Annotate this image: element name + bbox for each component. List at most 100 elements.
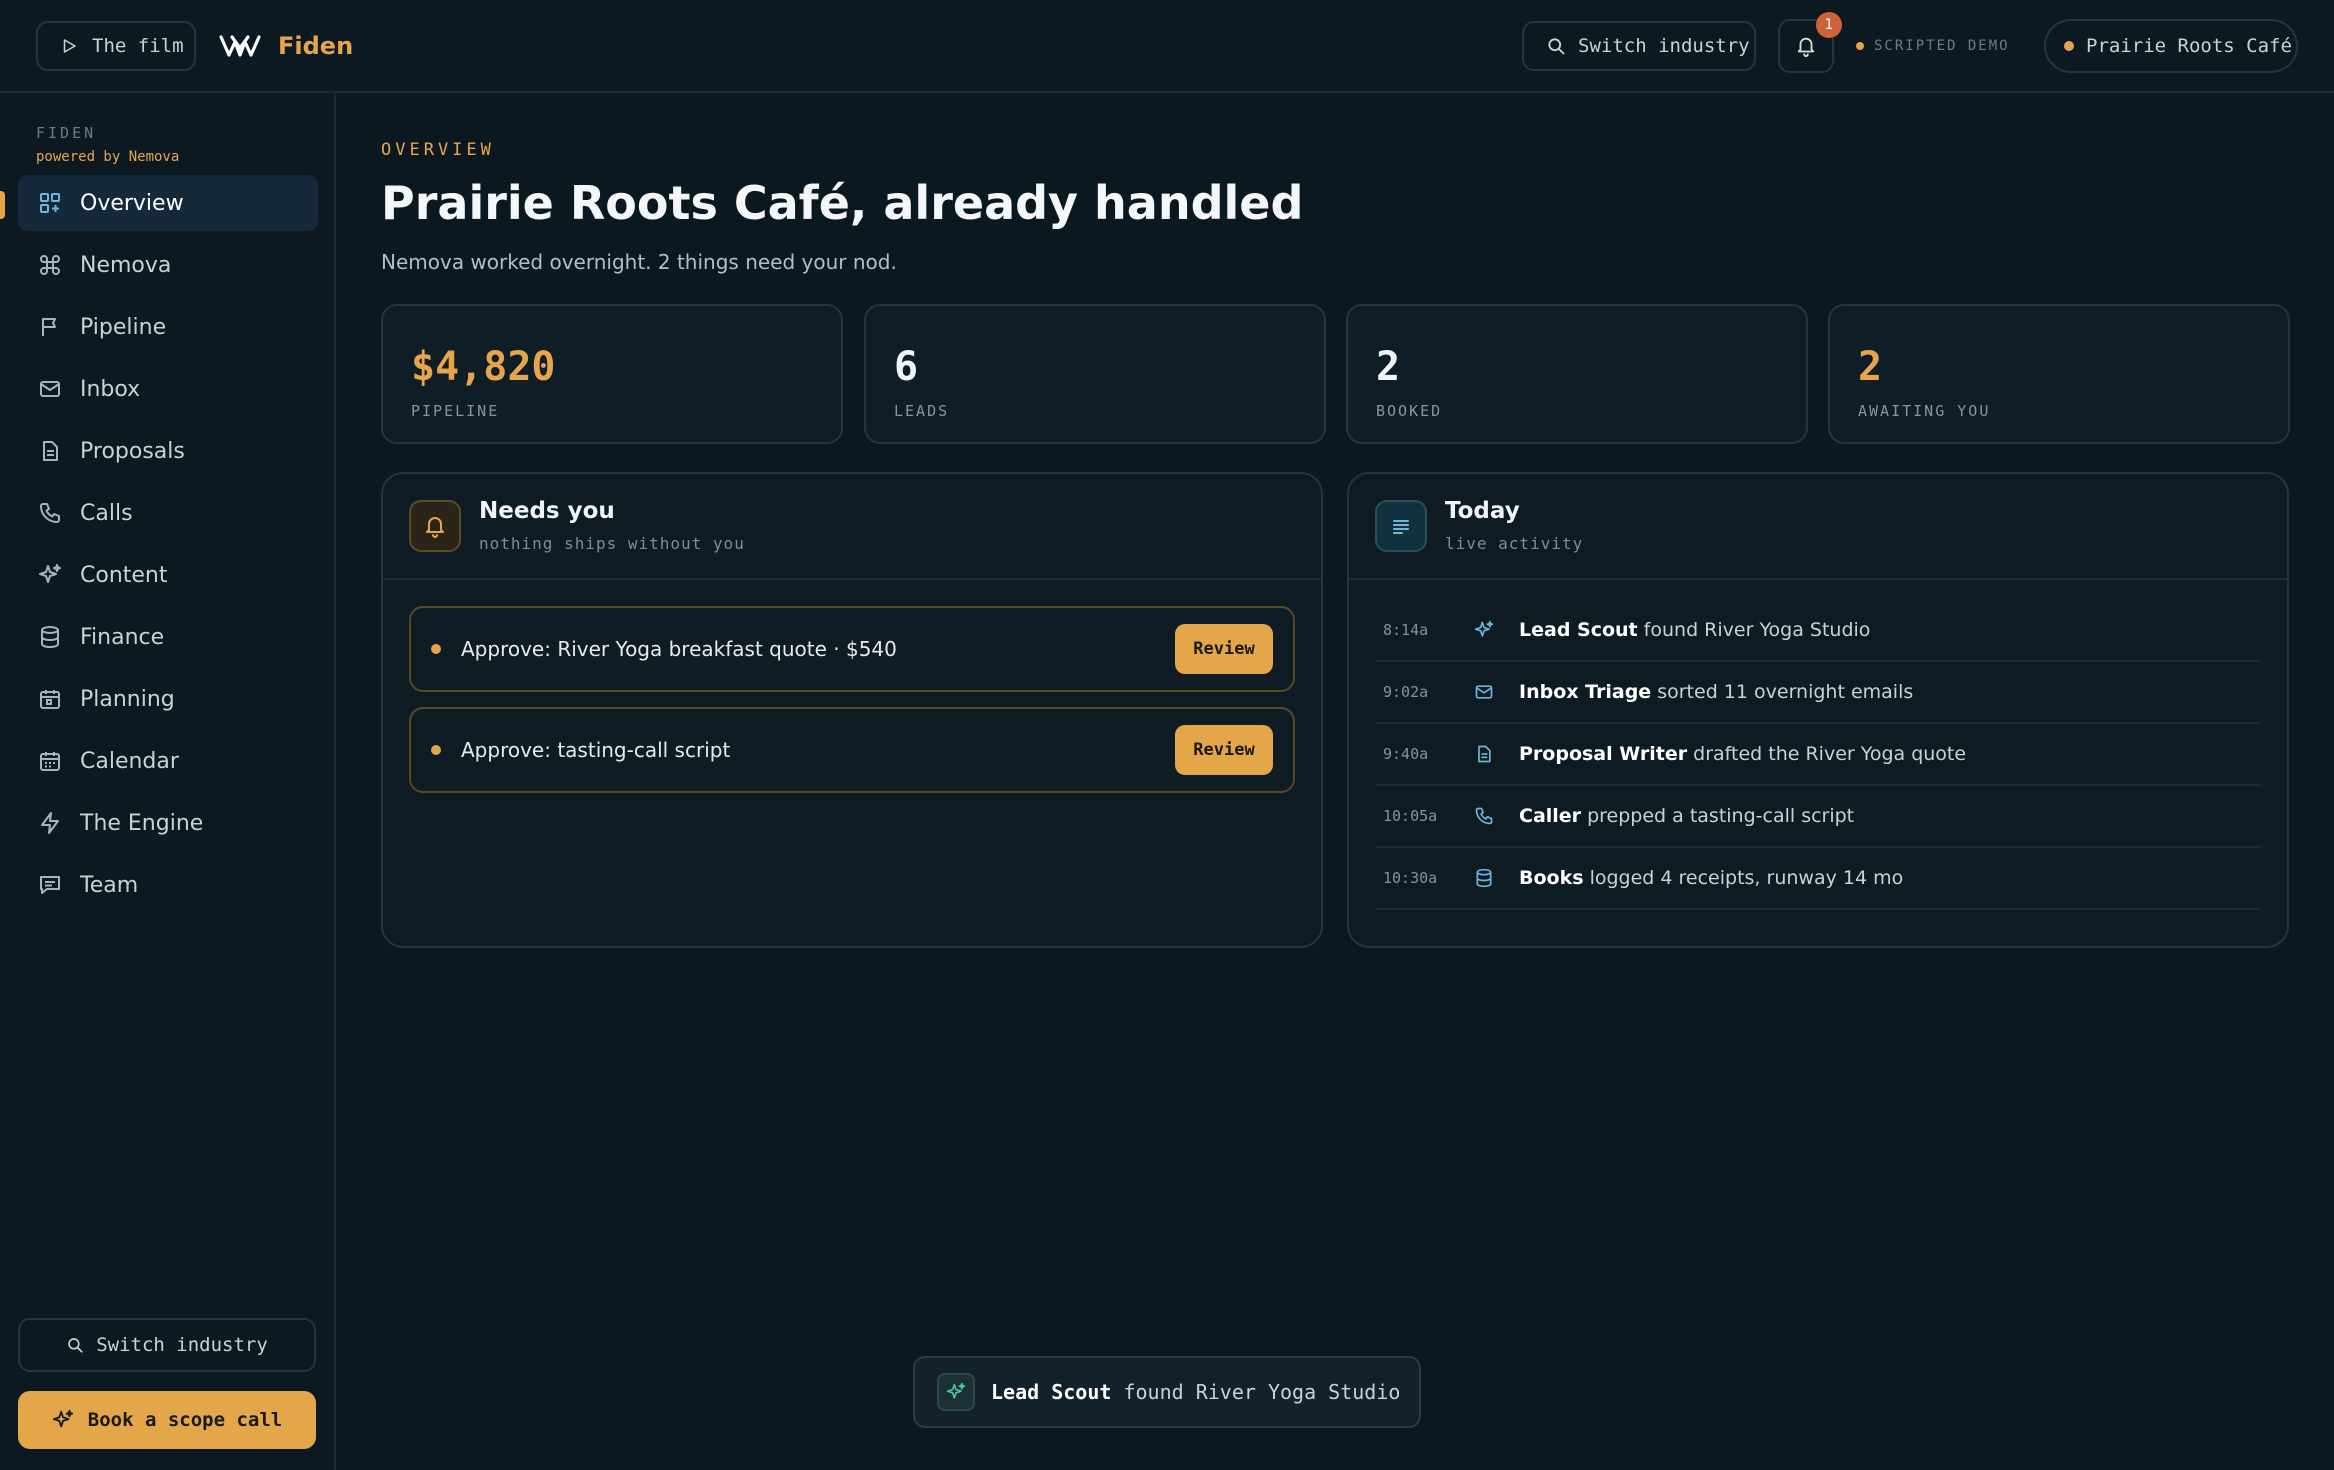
sidebar-item-calendar[interactable]: Calendar [18,733,318,789]
switch-industry-button[interactable]: Switch industry [1522,21,1756,71]
approval-text: Approve: tasting-call script [461,738,731,762]
sidebar-item-proposals[interactable]: Proposals [18,423,318,479]
activity-row: 8:14a Lead Scout found River Yoga Studio [1375,600,2261,662]
activity-detail: logged 4 receipts, runway 14 mo [1583,867,1904,889]
sidebar-switch-label: Switch industry [96,1334,268,1356]
phone-icon [40,503,60,523]
needs-you-card: Needs you nothing ships without you Appr… [381,472,1323,948]
sidebar-item-pipeline[interactable]: Pipeline [18,299,318,355]
sparkle-icon [946,1382,966,1399]
sidebar-item-content[interactable]: Content [18,547,318,603]
activity-agent: Proposal Writer [1519,743,1688,765]
book-scope-call-button[interactable]: Book a scope call [18,1391,316,1449]
brand[interactable]: Fiden [218,26,353,66]
sidebar-item-label: Proposals [80,438,185,464]
approval-item[interactable]: Approve: River Yoga breakfast quote · $5… [409,606,1295,692]
activity-time: 10:05a [1383,807,1438,825]
toast-text: Lead Scout found River Yoga Studio [991,1380,1400,1404]
sidebar-switch-industry-button[interactable]: Switch industry [18,1318,316,1372]
film-label: The film [92,35,184,57]
calendar-icon [40,752,60,771]
activity-text: Lead Scout found River Yoga Studio [1519,619,1870,641]
activity-agent: Books [1519,867,1584,889]
calendar-plan-icon [40,690,60,709]
sidebar-item-label: Content [80,562,168,588]
sparkle-icon [52,1409,73,1428]
activity-time: 9:40a [1383,745,1429,763]
status-dot [1856,42,1864,50]
switch-industry-label: Switch industry [1578,35,1750,57]
stat-value: 6 [894,344,919,390]
business-status-dot [2064,41,2074,51]
stat-label: AWAITING YOU [1858,402,1991,420]
activity-toast[interactable]: Lead Scout found River Yoga Studio [913,1356,1421,1428]
activity-text: Inbox Triage sorted 11 overnight emails [1519,681,1913,703]
sidebar-item-team[interactable]: Team [18,857,318,913]
pending-dot [431,644,441,654]
sidebar-item-label: Nemova [80,252,172,278]
stat-label: PIPELINE [411,402,500,420]
active-indicator [0,191,5,219]
stat-value: $4,820 [411,344,556,390]
activity-text: Proposal Writer drafted the River Yoga q… [1519,743,1966,765]
sidebar-powered-by: powered by Nemova [36,149,180,165]
page-title: Prairie Roots Café, already handled [381,176,1304,230]
review-button[interactable]: Review [1175,725,1273,775]
page-subtitle: Nemova worked overnight. 2 things need y… [381,250,897,274]
flag-icon [42,318,56,336]
activity-agent: Caller [1519,805,1582,827]
phone-icon [1469,801,1499,831]
card-subtitle: live activity [1445,534,1584,553]
review-button[interactable]: Review [1175,624,1273,674]
mail-icon [1469,677,1499,707]
card-header: Needs you nothing ships without you [383,474,1321,580]
card-icon [409,500,461,552]
command-icon [40,255,60,275]
activity-detail: sorted 11 overnight emails [1651,681,1914,703]
sidebar-item-calls[interactable]: Calls [18,485,318,541]
sidebar-item-the-engine[interactable]: The Engine [18,795,318,851]
stat-card-booked: 2 BOOKED [1346,304,1808,444]
mail-icon [40,381,60,397]
today-card: Today live activity 8:14a Lead Scout fou… [1347,472,2289,948]
sidebar-item-overview[interactable]: Overview [18,175,318,231]
brand-name: Fiden [278,32,354,60]
grid-plus-icon [40,193,60,213]
activity-row: 9:02a Inbox Triage sorted 11 overnight e… [1375,662,2261,724]
document-icon [43,441,58,461]
search-icon [68,1338,83,1353]
bell-icon [1797,37,1815,57]
toast-icon [937,1373,975,1411]
sidebar-item-finance[interactable]: Finance [18,609,318,665]
sidebar-nav: Overview Nemova Pipeline Inbox Proposals… [18,175,318,919]
card-header: Today live activity [1349,474,2287,580]
play-icon [63,39,76,53]
stat-label: LEADS [894,402,950,420]
scripted-demo-label: SCRIPTED DEMO [1856,36,2010,56]
sidebar-item-nemova[interactable]: Nemova [18,237,318,293]
activity-detail: prepped a tasting-call script [1581,805,1855,827]
top-bar: The film Fiden Switch industry 1 SCRIPTE… [0,0,2334,93]
film-button[interactable]: The film [36,21,196,71]
scope-call-label: Book a scope call [87,1409,283,1431]
business-chip[interactable]: Prairie Roots Café [2044,19,2298,73]
activity-detail: drafted the River Yoga quote [1687,743,1967,765]
business-name: Prairie Roots Café [2086,35,2292,57]
stat-card-awaiting: 2 AWAITING YOU [1828,304,2290,444]
activity-time: 10:30a [1383,869,1438,887]
activity-agent: Inbox Triage [1519,681,1652,703]
card-title: Today [1445,498,1520,524]
sidebar-item-label: Finance [80,624,165,650]
sparkle-icon [39,564,61,583]
sidebar-item-label: Planning [80,686,175,712]
approval-item[interactable]: Approve: tasting-call script Review [409,707,1295,793]
card-title: Needs you [479,498,615,524]
stat-value: 2 [1376,344,1401,390]
sidebar-item-inbox[interactable]: Inbox [18,361,318,417]
sidebar-item-planning[interactable]: Planning [18,671,318,727]
stat-card-pipeline: $4,820 PIPELINE [381,304,843,444]
card-icon [1375,500,1427,552]
toast-detail: found River Yoga Studio [1111,1380,1401,1404]
chat-icon [40,876,60,894]
notification-badge: 1 [1816,12,1842,38]
